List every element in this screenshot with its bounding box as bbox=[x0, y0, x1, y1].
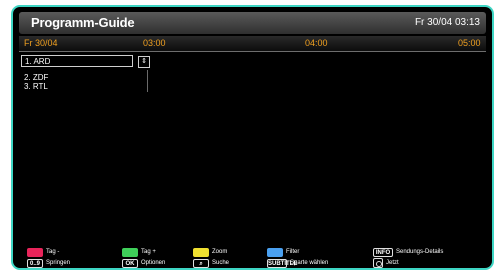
epg-panel: Programm-Guide Fr 30/04 03:13 Fr 30/04 0… bbox=[11, 5, 494, 270]
legend-search: ⌕ Suche bbox=[193, 258, 229, 268]
info-key-icon: INFO bbox=[373, 247, 393, 257]
red-key-icon bbox=[27, 247, 43, 257]
legend-genre: SUBTITLE Sparte wählen bbox=[267, 258, 329, 268]
channel-divider bbox=[147, 70, 148, 92]
yellow-key-icon bbox=[193, 247, 209, 257]
page-title: Programm-Guide bbox=[31, 15, 135, 30]
legend-zoom: Zoom bbox=[193, 247, 227, 257]
updown-arrows-icon[interactable]: ⇕ bbox=[138, 56, 150, 68]
green-key-icon bbox=[122, 247, 138, 257]
header-bar: Programm-Guide Fr 30/04 03:13 bbox=[19, 12, 486, 34]
legend-options: OK Optionen bbox=[122, 258, 165, 268]
current-datetime: Fr 30/04 03:13 bbox=[414, 17, 480, 28]
legend-jump: 0..9 Springen bbox=[27, 258, 70, 268]
channel-list: 1. ARD ⇕ 2. ZDF 3. RTL bbox=[21, 55, 151, 91]
button-legend: Tag - Tag + Zoom Filter INFO Sendungs-De… bbox=[19, 245, 489, 268]
timeline-time-0500: 05:00 bbox=[458, 38, 481, 48]
channel-item-ard[interactable]: 1. ARD ⇕ bbox=[21, 55, 150, 68]
legend-now: Jetzt bbox=[373, 258, 399, 268]
legend-day-minus: Tag - bbox=[27, 247, 59, 257]
timeline-date: Fr 30/04 bbox=[24, 38, 58, 48]
timeline-bar: Fr 30/04 03:00 04:00 05:00 bbox=[19, 36, 486, 52]
channel-item-zdf[interactable]: 2. ZDF bbox=[21, 73, 151, 82]
legend-day-plus: Tag + bbox=[122, 247, 156, 257]
number-keys-icon: 0..9 bbox=[27, 258, 43, 268]
search-key-icon: ⌕ bbox=[193, 258, 209, 268]
now-key-icon bbox=[373, 258, 383, 268]
legend-filter: Filter bbox=[267, 247, 299, 257]
subtitle-key-icon: SUBTITLE bbox=[267, 258, 298, 268]
channel-label: 1. ARD bbox=[25, 57, 51, 66]
timeline-time-0400: 04:00 bbox=[305, 38, 328, 48]
channel-item-rtl[interactable]: 3. RTL bbox=[21, 82, 151, 91]
blue-key-icon bbox=[267, 247, 283, 257]
ok-key-icon: OK bbox=[122, 258, 138, 268]
timeline-time-0300: 03:00 bbox=[143, 38, 166, 48]
legend-details: INFO Sendungs-Details bbox=[373, 247, 443, 257]
